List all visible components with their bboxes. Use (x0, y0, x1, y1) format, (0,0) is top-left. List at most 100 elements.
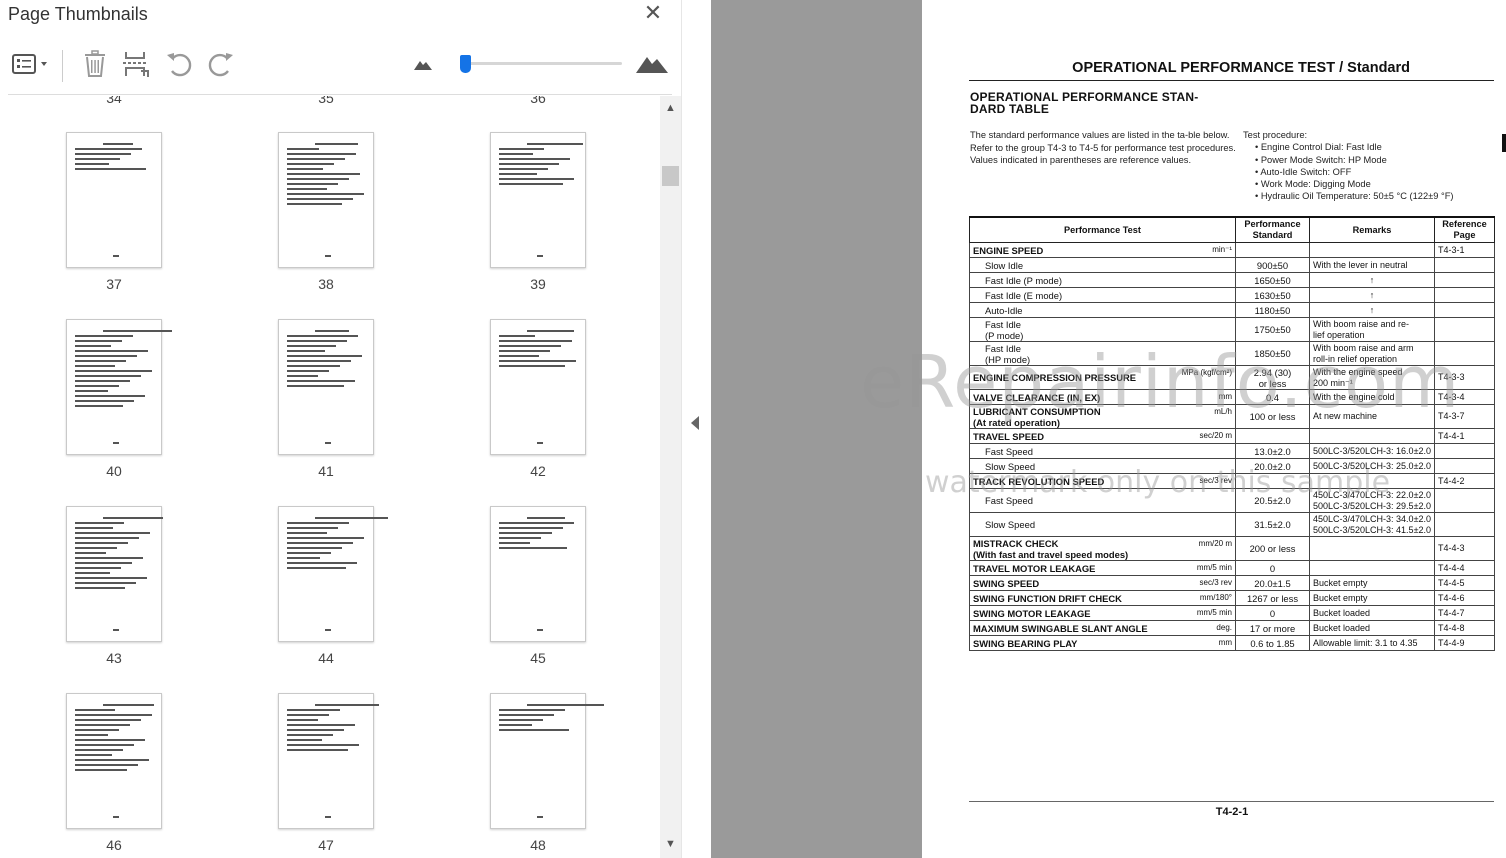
close-panel-button[interactable]: ✕ (641, 2, 665, 26)
thumbnail-page-label[interactable]: 37 (66, 276, 162, 292)
table-row: Slow Speed 31.5±2.0 450LC-3/470LCH-3: 34.0… (969, 512, 1495, 537)
test-procedure-item: Auto-Idle Switch: OFF (1255, 166, 1503, 178)
thumbnail-page-label[interactable]: 46 (66, 837, 162, 853)
thumbnail-preview (499, 704, 604, 814)
performance-test-cell: Fast Idle (HP mode) (969, 341, 1236, 366)
reference-page-cell: T4-3-3 (1434, 365, 1495, 390)
panel-splitter[interactable] (681, 0, 711, 858)
reference-page-cell: T4-4-1 (1434, 428, 1495, 444)
thumbnail-footer-mark (325, 816, 331, 818)
reference-page-cell: T4-4-3 (1434, 536, 1495, 561)
reference-page-cell: T4-4-9 (1434, 635, 1495, 651)
thumbnail-preview (75, 517, 163, 627)
page-thumbnail[interactable] (278, 319, 374, 455)
page-title: OPERATIONAL PERFORMANCE TEST / Standard (1072, 60, 1410, 76)
thumbnail-footer-mark (325, 629, 331, 631)
performance-test-cell: MAXIMUM SWINGABLE SLANT ANGLE deg. (969, 620, 1236, 636)
table-row: MISTRACK CHECK (With fast and travel spe… (969, 536, 1495, 561)
reference-page-cell (1434, 458, 1495, 474)
remarks-cell: Allowable limit: 3.1 to 4.35 (1309, 635, 1435, 651)
thumbnail-page-label[interactable]: 44 (278, 650, 374, 666)
reference-page-cell: T4-4-5 (1434, 575, 1495, 591)
toolbar-separator (62, 50, 63, 82)
standard-value-cell (1235, 242, 1310, 258)
scroll-down-button[interactable]: ▼ (660, 838, 681, 854)
thumbnail-page-label[interactable]: 48 (490, 837, 586, 853)
reference-page-cell: T4-3-7 (1434, 404, 1495, 429)
rotate-counterclockwise-button[interactable] (162, 50, 196, 82)
header-performance-test: Performance Test (969, 216, 1236, 243)
page-thumbnail[interactable] (490, 506, 586, 642)
test-name: LUBRICANT CONSUMPTION (At rated operatio… (973, 405, 1101, 428)
thumbnail-footer-mark (537, 629, 543, 631)
standard-value-cell: 20.0±2.0 (1235, 458, 1310, 474)
thumbnail-scrollbar[interactable]: ▲ ▼ (660, 96, 681, 858)
standard-value-cell: 1180±50 (1235, 302, 1310, 318)
header-remarks: Remarks (1309, 216, 1435, 243)
thumbnail-page-label[interactable]: 40 (66, 463, 162, 479)
table-row: SWING SPEED sec/3 rev 20.0±1.5 Bucket empty… (969, 575, 1495, 591)
page-thumbnail[interactable] (278, 132, 374, 268)
test-name: SWING FUNCTION DRIFT CHECK (973, 592, 1122, 604)
thumbnail-page-label[interactable]: 43 (66, 650, 162, 666)
standard-value-cell: 1650±50 (1235, 272, 1310, 288)
thumbnail-page-label[interactable]: 38 (278, 276, 374, 292)
panel-title: Page Thumbnails (8, 4, 148, 24)
page-thumbnail[interactable] (490, 132, 586, 268)
page-thumbnail[interactable] (66, 132, 162, 268)
page-thumbnail[interactable] (490, 319, 586, 455)
test-name: TRACK REVOLUTION SPEED (973, 475, 1105, 487)
page-thumbnail[interactable] (278, 693, 379, 829)
thumbnail-preview (499, 330, 577, 440)
test-name: Fast Speed (985, 445, 1033, 457)
page-thumbnail[interactable] (66, 319, 172, 455)
thumbnail-footer-mark (537, 255, 543, 257)
thumbnail-page-label[interactable]: 41 (278, 463, 374, 479)
reference-page-cell (1434, 512, 1495, 537)
standard-value-cell: 13.0±2.0 (1235, 443, 1310, 459)
thumbnail-footer-mark (113, 629, 119, 631)
test-name: MAXIMUM SWINGABLE SLANT ANGLE (973, 622, 1148, 634)
performance-test-cell: Slow Speed (969, 512, 1236, 537)
zoom-out-thumbnails-button[interactable] (408, 50, 438, 82)
test-procedure: Test procedure: Engine Control Dial: Fas… (1243, 129, 1503, 203)
title-rule (969, 80, 1494, 81)
thumbnail-page-label[interactable]: 42 (490, 463, 586, 479)
thumbnail-options-button[interactable] (6, 50, 54, 82)
remarks-cell (1309, 536, 1435, 561)
section-title-line-2: DARD TABLE (970, 102, 1050, 116)
collapse-left-icon[interactable] (691, 416, 699, 430)
performance-test-cell: Fast Idle (P mode) (969, 272, 1236, 288)
thumbnail-page-label[interactable]: 39 (490, 276, 586, 292)
scrollbar-thumb[interactable] (662, 166, 679, 186)
partial-page-label: 36 (530, 96, 546, 106)
zoom-in-thumbnails-button[interactable] (632, 50, 672, 82)
rotate-clockwise-button[interactable] (204, 50, 238, 82)
test-unit: mm (1218, 392, 1232, 401)
page-thumbnail[interactable] (490, 693, 604, 829)
scroll-up-button[interactable]: ▲ (660, 102, 681, 118)
thumbnail-zoom-track[interactable] (462, 62, 622, 65)
delete-pages-button[interactable] (80, 49, 110, 82)
performance-test-cell: ENGINE SPEED min⁻¹ (969, 242, 1236, 258)
insert-pages-icon (121, 50, 151, 83)
thumbnail-footer-mark (537, 442, 543, 444)
performance-test-cell: Fast Speed (969, 488, 1236, 513)
insert-pages-button[interactable] (120, 50, 152, 82)
page-thumbnail[interactable] (66, 506, 163, 642)
thumbnail-page-label[interactable]: 47 (278, 837, 374, 853)
thumbnail-footer-mark (113, 442, 119, 444)
thumbnail-footer-mark (537, 816, 543, 818)
page-thumbnail[interactable] (278, 506, 388, 642)
reference-page-cell: T4-3-1 (1434, 242, 1495, 258)
thumbnail-page-label[interactable]: 45 (490, 650, 586, 666)
thumbnail-preview (287, 704, 379, 814)
table-row: SWING FUNCTION DRIFT CHECK mm/180° 1267 or… (969, 590, 1495, 606)
footer-rule (969, 801, 1494, 802)
page-thumbnail[interactable] (66, 693, 162, 829)
thumbnail-zoom-slider-knob[interactable] (460, 55, 472, 73)
thumbnail-list[interactable]: 34 35 36 37 38 39 40 41 42 43 44 45 46 47 48 (0, 96, 660, 858)
test-name: VALVE CLEARANCE (IN, EX) (973, 391, 1101, 403)
test-name: ENGINE COMPRESSION PRESSURE (973, 372, 1137, 383)
standard-value-cell: 2.94 (30) or less (1235, 365, 1310, 390)
